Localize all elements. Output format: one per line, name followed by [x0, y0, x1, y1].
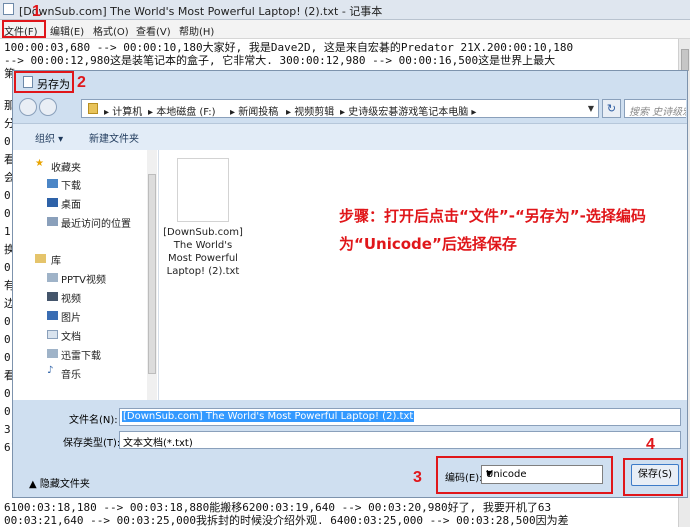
breadcrumb-item[interactable]: ▸ 新闻投稿 [230, 103, 278, 118]
text-fragment: 0 [4, 315, 11, 328]
filename-input[interactable]: [DownSub.com] The World's Most Powerful … [119, 408, 681, 426]
text-fragment: 0 [4, 351, 11, 364]
text-line: --> 00:00:12,980这是装笔记本的盒子, 它非常大. 300:00:… [4, 54, 556, 67]
step-1-label: 1 [32, 3, 41, 20]
step-3-label: 3 [413, 469, 422, 486]
pictures-icon [47, 311, 58, 320]
folder-icon [88, 103, 98, 114]
nav-item-pptv[interactable]: PPTV视频 [61, 271, 106, 286]
nav-item-music[interactable]: 音乐 [61, 366, 81, 381]
nav-item-recent[interactable]: 最近访问的位置 [61, 215, 131, 230]
download-icon [47, 179, 58, 188]
menu-edit[interactable]: 编辑(E) [50, 23, 84, 38]
chevron-down-icon[interactable]: ▼ [588, 104, 594, 113]
refresh-icon[interactable]: ↻ [602, 99, 621, 118]
thunder-folder-icon [47, 349, 58, 358]
pptv-folder-icon [47, 273, 58, 282]
window-title: [DownSub.com] The World's Most Powerful … [19, 5, 383, 18]
menu-format[interactable]: 格式(O) [93, 23, 129, 38]
notepad-icon [3, 3, 14, 15]
address-bar[interactable]: ▸ 计算机 ▸ 本地磁盘 (F:) ▸ 新闻投稿 ▸ 视频剪辑 ▸ 史诗级宏碁游… [81, 99, 599, 118]
highlight-encoding [436, 456, 613, 494]
instruction-note: 步骤：打开后点击“文件”-“另存为”-选择编码为“Unicode”后选择保存 [339, 207, 646, 253]
desktop-icon [47, 198, 58, 207]
breadcrumb-item[interactable]: ▸ 本地磁盘 (F:) [148, 103, 216, 118]
nav-item-documents[interactable]: 文档 [61, 328, 81, 343]
text-fragment: 0 [4, 333, 11, 346]
star-icon: ★ [35, 158, 44, 169]
text-line: 100:00:03,680 --> 00:00:10,180大家好, 我是Dav… [4, 41, 574, 54]
file-list: [DownSub.com] The World's Most Powerful … [159, 150, 687, 400]
highlight-file-menu [2, 20, 46, 38]
text-line: 00:03:21,640 --> 00:03:25,000我拆封的时候没介绍外观… [4, 514, 569, 527]
dialog-nav-bar: ▸ 计算机 ▸ 本地磁盘 (F:) ▸ 新闻投稿 ▸ 视频剪辑 ▸ 史诗级宏碁游… [13, 93, 687, 123]
save-as-dialog: 另存为 ▸ 计算机 ▸ 本地磁盘 (F:) ▸ 新闻投稿 ▸ 视频剪辑 ▸ 史诗… [12, 70, 688, 498]
new-folder-button[interactable]: 新建文件夹 [89, 130, 139, 145]
breadcrumb-item[interactable]: ▸ 视频剪辑 [286, 103, 334, 118]
nav-item-downloads[interactable]: 下载 [61, 177, 81, 192]
menu-view[interactable]: 查看(V) [136, 23, 171, 38]
text-fragment: 1 [4, 225, 11, 238]
dialog-toolbar: 组织 ▾ 新建文件夹 [13, 123, 687, 151]
nav-item-videos[interactable]: 视频 [61, 290, 81, 305]
text-fragment: 0 [4, 135, 11, 148]
documents-icon [47, 330, 58, 339]
text-fragment: 0 [4, 189, 11, 202]
notepad-title-bar: [DownSub.com] The World's Most Powerful … [0, 0, 690, 20]
music-icon: ♪ [47, 365, 54, 376]
scroll-thumb[interactable] [681, 49, 689, 71]
filetype-label: 保存类型(T): [63, 438, 121, 449]
search-input[interactable]: 搜索 史诗级宏碁... [624, 99, 686, 118]
library-icon [35, 254, 46, 263]
text-fragment: 0 [4, 387, 11, 400]
step-2-label: 2 [77, 74, 86, 91]
breadcrumb-item[interactable]: ▸ 史诗级宏碁游戏笔记本电脑 ▸ [340, 103, 476, 118]
nav-scrollbar[interactable] [147, 150, 157, 400]
file-name-label[interactable]: [DownSub.com] The World's Most Powerful … [161, 226, 245, 278]
forward-button[interactable] [39, 98, 57, 116]
text-fragment: 0 [4, 261, 11, 274]
nav-item-desktop[interactable]: 桌面 [61, 196, 81, 211]
back-button[interactable] [19, 98, 37, 116]
text-line: 6100:03:18,180 --> 00:03:18,880能搬移6200:0… [4, 501, 552, 514]
dialog-title-bar: 另存为 [13, 71, 687, 93]
hide-folders-button[interactable]: ▲ 隐藏文件夹 [29, 475, 90, 490]
text-fragment: 0 [4, 207, 11, 220]
navigation-pane: ★ 收藏夹 下载 桌面 最近访问的位置 库 PPTV视频 视频 图片 文档 迅雷… [13, 150, 159, 400]
video-icon [47, 292, 58, 301]
favorites-header[interactable]: 收藏夹 [51, 159, 81, 174]
library-header[interactable]: 库 [51, 252, 61, 267]
text-fragment: 3 [4, 423, 11, 436]
filename-label: 文件名(N): [69, 415, 118, 426]
filetype-select[interactable]: 文本文档(*.txt) [119, 431, 681, 449]
breadcrumb-item[interactable]: ▸ 计算机 [104, 103, 142, 118]
nav-scroll-thumb[interactable] [148, 174, 156, 374]
menu-bar: 文件(F) 编辑(E) 格式(O) 查看(V) 帮助(H) [0, 20, 690, 39]
nav-item-thunder-downloads[interactable]: 迅雷下载 [61, 347, 101, 362]
nav-item-pictures[interactable]: 图片 [61, 309, 81, 324]
menu-help[interactable]: 帮助(H) [179, 23, 214, 38]
step-4-label: 4 [646, 436, 655, 453]
text-file-icon[interactable] [177, 158, 229, 222]
highlight-save-button [623, 458, 683, 496]
text-fragment: 0 [4, 405, 11, 418]
highlight-save-as [14, 71, 74, 93]
recent-places-icon [47, 217, 58, 226]
organize-button[interactable]: 组织 ▾ [35, 130, 63, 145]
